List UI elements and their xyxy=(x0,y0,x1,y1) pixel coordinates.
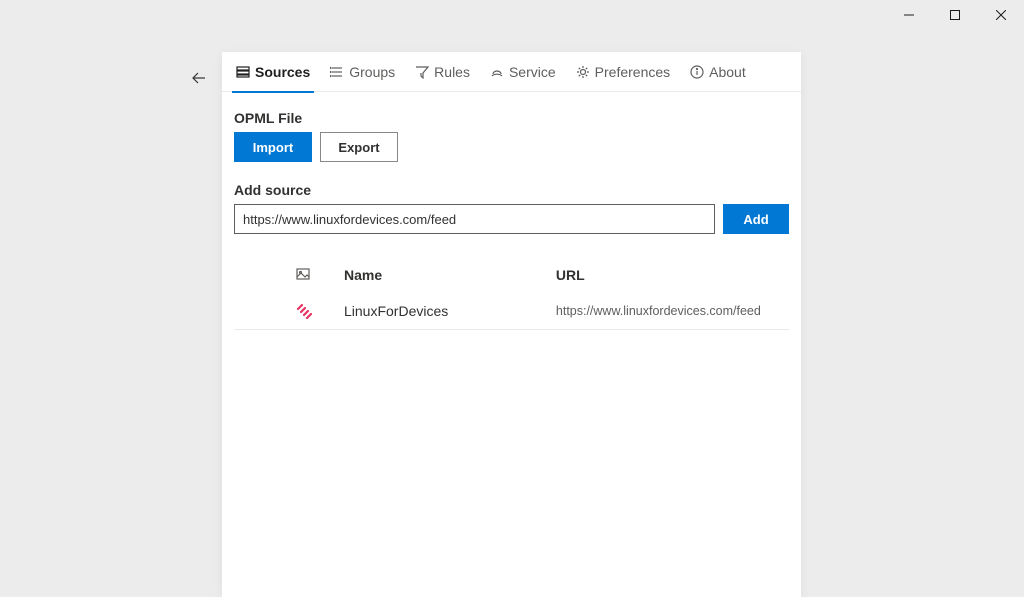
sources-icon xyxy=(236,65,250,79)
tab-sources[interactable]: Sources xyxy=(226,52,320,92)
groups-icon xyxy=(330,65,344,79)
tab-preferences[interactable]: Preferences xyxy=(566,52,680,92)
tab-label: Sources xyxy=(255,64,310,80)
tab-label: Groups xyxy=(349,64,395,80)
service-icon xyxy=(490,65,504,79)
opml-buttons: Import Export xyxy=(234,132,789,162)
preferences-icon xyxy=(576,65,590,79)
tab-rules[interactable]: Rules xyxy=(405,52,480,92)
tab-about[interactable]: About xyxy=(680,52,756,92)
about-icon xyxy=(690,65,704,79)
table-header: Name URL xyxy=(234,258,789,292)
minimize-button[interactable] xyxy=(886,0,932,30)
table-header-url: URL xyxy=(556,267,789,283)
opml-heading: OPML File xyxy=(234,110,789,126)
tab-groups[interactable]: Groups xyxy=(320,52,405,92)
window-controls xyxy=(886,0,1024,30)
source-favicon xyxy=(296,303,312,319)
tab-service[interactable]: Service xyxy=(480,52,566,92)
add-button[interactable]: Add xyxy=(723,204,789,234)
source-url-input[interactable] xyxy=(234,204,715,234)
tab-bar: Sources Groups Rules Service Preferences xyxy=(222,52,801,92)
maximize-button[interactable] xyxy=(932,0,978,30)
export-button[interactable]: Export xyxy=(320,132,398,162)
tab-label: Preferences xyxy=(595,64,670,80)
table-header-name: Name xyxy=(344,267,556,283)
source-name: LinuxForDevices xyxy=(344,303,556,319)
image-column-icon xyxy=(296,267,344,284)
close-button[interactable] xyxy=(978,0,1024,30)
tab-label: Rules xyxy=(434,64,470,80)
source-url: https://www.linuxfordevices.com/feed xyxy=(556,304,789,318)
tab-content: OPML File Import Export Add source Add N… xyxy=(222,92,801,330)
add-source-heading: Add source xyxy=(234,182,789,198)
tab-label: About xyxy=(709,64,746,80)
table-row[interactable]: LinuxForDevices https://www.linuxfordevi… xyxy=(234,292,789,330)
sources-table: Name URL LinuxForDevices ht xyxy=(234,258,789,330)
tab-label: Service xyxy=(509,64,556,80)
back-button[interactable] xyxy=(184,63,214,93)
add-source-row: Add xyxy=(234,204,789,234)
import-button[interactable]: Import xyxy=(234,132,312,162)
settings-panel: Sources Groups Rules Service Preferences xyxy=(222,52,801,597)
rules-icon xyxy=(415,65,429,79)
